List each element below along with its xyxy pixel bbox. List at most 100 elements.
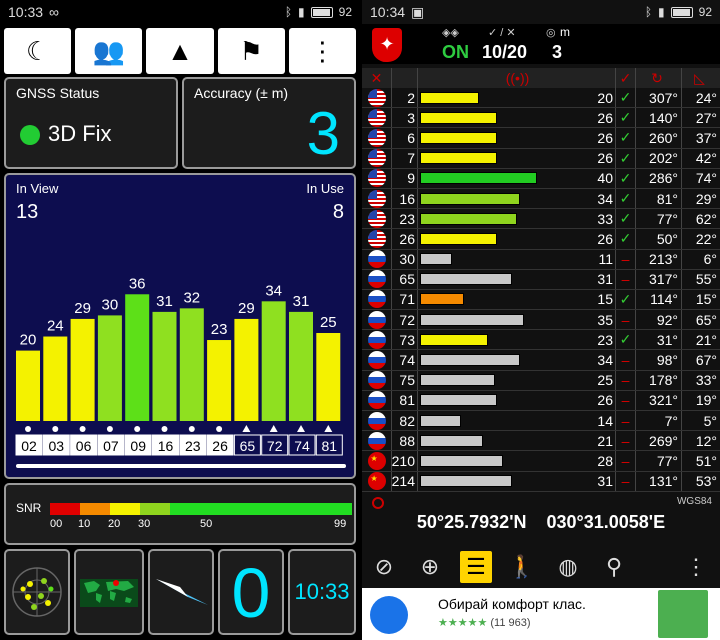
prn-label: 03: [49, 438, 65, 454]
fix-status-text: 3D Fix: [48, 121, 112, 146]
snr-legend-tile: SNR 00 10 20 30 50 99: [4, 483, 356, 545]
table-row[interactable]: 3 26 ✓ 140° 27°: [362, 108, 720, 129]
table-row[interactable]: 72 35–92° 65°: [362, 310, 720, 331]
table-row[interactable]: 88 21–269° 12°: [362, 431, 720, 452]
ad-open-button[interactable]: [658, 590, 708, 638]
radar-view-button[interactable]: [4, 549, 70, 635]
snr-value: 15: [597, 291, 613, 308]
azimuth-cell: 269°: [636, 431, 682, 451]
signal-cell: 34: [418, 188, 616, 209]
speed-tile[interactable]: 0: [218, 549, 284, 635]
more-options-button[interactable]: ⋮: [288, 28, 357, 74]
azimuth-cell: 7°: [636, 411, 682, 431]
in-use-dot-icon: [25, 426, 31, 432]
satellite-snr-chart[interactable]: 20 02 24 03 29 06 30 07 36 09 31 16 32 23 23 26 29 65 34 72…: [4, 173, 356, 479]
location-button[interactable]: ⚲: [598, 551, 630, 583]
prn-cell: 88: [392, 431, 418, 451]
table-row[interactable]: 81 26–321° 19°: [362, 390, 720, 411]
chart-scrollbar[interactable]: [16, 464, 346, 468]
gps-header: ✦ ◈◈ ON ✓ / ✕ 10/20 ◎ m 3: [362, 24, 720, 64]
signal-cell: 40: [418, 168, 616, 188]
table-row[interactable]: 73 23 ✓ 31° 21°: [362, 330, 720, 351]
prn-column-header[interactable]: [392, 68, 418, 88]
snr-value: 28: [597, 452, 613, 469]
flag-cell: [362, 148, 392, 168]
table-row[interactable]: 2 20 ✓ 307° 24°: [362, 88, 720, 109]
flag-ru-icon: [367, 431, 386, 450]
table-row[interactable]: 30 11–213° 6°: [362, 249, 720, 270]
signal-cell: 20: [418, 88, 616, 108]
in-use-column-icon[interactable]: ✓: [616, 68, 636, 88]
prn-cell: 82: [392, 411, 418, 431]
accuracy-icon: ◎: [546, 27, 556, 39]
prn-cell: 73: [392, 330, 418, 350]
bluetooth-icon: ᛒ: [284, 5, 293, 19]
in-use-cell: ✓: [616, 148, 636, 168]
table-row[interactable]: 16 34 ✓ 81° 29°: [362, 188, 720, 210]
sky-view-button[interactable]: ⊕: [414, 551, 446, 583]
signal-cell: 15: [418, 289, 616, 310]
satellite-table: ✕ ((•)) ✓ ↻ ◺ 2 20 ✓ 307° 24° 3 26 ✓ 140° 27° 6 26 ✓…: [362, 68, 720, 492]
world-map-button[interactable]: [74, 549, 144, 635]
table-row[interactable]: 65 31–317° 55°: [362, 269, 720, 290]
navigation-button[interactable]: ▲: [146, 28, 214, 74]
table-row[interactable]: 6 26 ✓ 260° 37°: [362, 128, 720, 149]
table-row[interactable]: 71 15 ✓ 114° 15°: [362, 289, 720, 311]
accuracy-tile[interactable]: Accuracy (± m) 3: [182, 77, 356, 169]
snr-tick: 00: [50, 518, 63, 530]
azimuth-cell: 98°: [636, 350, 682, 370]
more-options-button[interactable]: ⋮: [680, 551, 712, 583]
table-row[interactable]: 23 33 ✓ 77° 62°: [362, 209, 720, 230]
battery-level: 92: [338, 5, 352, 19]
in-use-dot-icon: [79, 426, 86, 432]
snr-value: 26: [597, 109, 613, 126]
signal-cell: 26: [418, 148, 616, 168]
ad-banner[interactable]: Обирай комфорт клас. ★★★★★ (11 963): [362, 588, 720, 640]
table-row[interactable]: 75 25–178° 33°: [362, 370, 720, 391]
walk-button[interactable]: 🚶: [506, 551, 538, 583]
table-row[interactable]: 7 26 ✓ 202° 42°: [362, 148, 720, 169]
prn-cell: 214: [392, 471, 418, 491]
elevation-column-icon[interactable]: ◺: [682, 68, 720, 88]
people-button[interactable]: 👥: [75, 28, 143, 74]
in-use-cell: –: [616, 350, 636, 370]
app-logo-icon[interactable]: ✦: [372, 28, 402, 62]
table-row[interactable]: 26 26 ✓ 50° 22°: [362, 229, 720, 250]
flag-cell: [362, 128, 392, 148]
prn-label: 16: [158, 438, 174, 454]
signal-cell: 14: [418, 411, 616, 431]
table-row[interactable]: ★ 210 28–77° 51°: [362, 451, 720, 472]
night-mode-button[interactable]: ☾: [4, 28, 72, 74]
prn-cell: 74: [392, 350, 418, 370]
signal-bars-button[interactable]: ☰: [460, 551, 492, 583]
bluetooth-icon: ᛒ: [644, 5, 653, 19]
rating-stars-icon: ★★★★★: [438, 617, 488, 629]
table-row[interactable]: 9 40 ✓ 286° 74°: [362, 168, 720, 189]
table-row[interactable]: 82 14–7° 5°: [362, 411, 720, 432]
snr-value: 25: [597, 372, 613, 389]
accuracy-label: Accuracy (± m): [194, 85, 289, 101]
azimuth-column-icon[interactable]: ↻: [636, 68, 682, 88]
globe-button[interactable]: ◍: [552, 551, 584, 583]
compass-tool-button[interactable]: ⊘: [368, 551, 400, 583]
snr-color-scale: [50, 503, 352, 515]
flag-us-icon: [367, 108, 386, 127]
radar-grid-icon: ⊕: [420, 554, 440, 579]
compass-button[interactable]: [148, 549, 214, 635]
satellite-column-icon[interactable]: ✕: [362, 68, 392, 88]
snr-bar-chart: 20 02 24 03 29 06 30 07 36 09 31 16 32 23 23 26 29 65 34 72…: [15, 275, 346, 468]
snr-value-label: 31: [156, 293, 173, 310]
table-row[interactable]: 74 34–98° 67°: [362, 350, 720, 371]
snr-value-label: 24: [47, 318, 64, 335]
ad-title: Обирай комфорт клас.: [438, 596, 586, 612]
flag-ru-icon: [367, 351, 386, 370]
waypoints-button[interactable]: ⚑: [217, 28, 285, 74]
status-time: 10:34: [370, 4, 406, 20]
signal-column-icon[interactable]: ((•)): [418, 68, 616, 88]
ad-rating-count: (11 963): [490, 617, 531, 629]
table-row[interactable]: ★ 214 31–131° 53°: [362, 471, 720, 492]
flag-cell: [362, 289, 392, 310]
clock-tile[interactable]: 10:33: [288, 549, 356, 635]
in-use-cell: ✓: [616, 168, 636, 188]
gnss-status-tile[interactable]: GNSS Status 3D Fix: [4, 77, 178, 169]
